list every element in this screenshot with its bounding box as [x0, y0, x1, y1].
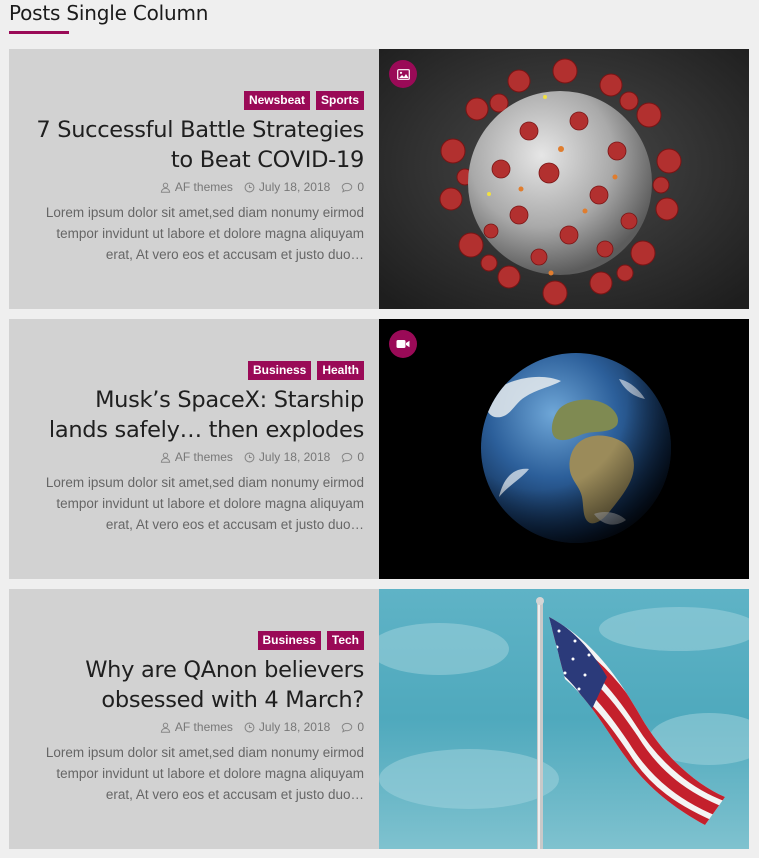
excerpt-line: erat, At vero eos et accusam et justo du… — [105, 787, 364, 802]
category-tag[interactable]: Business — [257, 631, 321, 650]
clock-icon — [244, 722, 255, 732]
post-date: July 18, 2018 — [244, 450, 330, 464]
post-meta: AF themes July 18, 2018 0 — [160, 450, 364, 464]
post-content: Newsbeat Sports 7 Successful Battle Stra… — [9, 49, 379, 309]
date-text: July 18, 2018 — [258, 450, 331, 464]
post-card: Business Tech Why are QAnon believers ob… — [9, 589, 749, 849]
excerpt-line: erat, At vero eos et accusam et justo du… — [105, 247, 364, 262]
category-tag[interactable]: Newsbeat — [243, 91, 310, 110]
post-meta: AF themes July 18, 2018 0 — [160, 180, 364, 194]
post-card: Newsbeat Sports 7 Successful Battle Stra… — [9, 49, 749, 309]
post-thumbnail[interactable] — [379, 49, 749, 309]
title-underline — [9, 31, 69, 34]
post-categories: Business Tech — [257, 631, 364, 650]
post-excerpt: Lorem ipsum dolor sit amet,sed diam nonu… — [14, 472, 364, 535]
post-date: July 18, 2018 — [244, 720, 330, 734]
post-title-line[interactable]: lands safely… then explodes — [49, 417, 364, 443]
excerpt-line: tempor invidunt ut labore et dolore magn… — [56, 496, 364, 511]
comment-icon — [342, 722, 353, 733]
comment-count[interactable]: 0 — [357, 180, 364, 194]
category-tag[interactable]: Health — [317, 361, 364, 380]
excerpt-line: tempor invidunt ut labore et dolore magn… — [56, 766, 364, 781]
category-tag[interactable]: Sports — [315, 91, 364, 110]
author-name[interactable]: AF themes — [175, 180, 233, 194]
excerpt-line: Lorem ipsum dolor sit amet,sed diam nonu… — [45, 205, 364, 220]
user-icon — [160, 452, 171, 463]
excerpt-line: erat, At vero eos et accusam et justo du… — [105, 517, 364, 532]
comment-icon — [342, 452, 353, 463]
post-title[interactable]: Why are QAnon believers obsessed with 4 … — [14, 655, 364, 715]
clock-icon — [244, 452, 255, 462]
date-text: July 18, 2018 — [258, 180, 331, 194]
excerpt-line: Lorem ipsum dolor sit amet,sed diam nonu… — [45, 475, 364, 490]
post-title-line[interactable]: to Beat COVID-19 — [171, 147, 364, 173]
author-name[interactable]: AF themes — [175, 720, 233, 734]
category-tag[interactable]: Tech — [326, 631, 364, 650]
post-card: Business Health Musk’s SpaceX: Starship … — [9, 319, 749, 579]
image-icon — [396, 68, 410, 80]
user-icon — [160, 182, 171, 193]
post-title[interactable]: 7 Successful Battle Strategies to Beat C… — [14, 115, 364, 175]
post-categories: Business Health — [247, 361, 364, 380]
post-excerpt: Lorem ipsum dolor sit amet,sed diam nonu… — [14, 742, 364, 805]
post-comments[interactable]: 0 — [341, 180, 364, 194]
date-text: July 18, 2018 — [258, 720, 331, 734]
post-excerpt: Lorem ipsum dolor sit amet,sed diam nonu… — [14, 202, 364, 265]
author-name[interactable]: AF themes — [175, 450, 233, 464]
post-comments[interactable]: 0 — [341, 720, 364, 734]
excerpt-line: Lorem ipsum dolor sit amet,sed diam nonu… — [45, 745, 364, 760]
earth-image — [379, 319, 749, 579]
excerpt-line: tempor invidunt ut labore et dolore magn… — [56, 226, 364, 241]
post-thumbnail[interactable] — [379, 319, 749, 579]
post-author[interactable]: AF themes — [160, 180, 233, 194]
coronavirus-image — [379, 49, 749, 309]
category-tag[interactable]: Business — [247, 361, 312, 380]
post-author[interactable]: AF themes — [160, 720, 233, 734]
post-content: Business Health Musk’s SpaceX: Starship … — [9, 319, 379, 579]
comment-count[interactable]: 0 — [357, 450, 364, 464]
comment-icon — [342, 182, 353, 193]
post-author[interactable]: AF themes — [160, 450, 233, 464]
post-categories: Newsbeat Sports — [243, 91, 364, 110]
widget-title: Posts Single Column — [9, 1, 209, 25]
post-comments[interactable]: 0 — [341, 450, 364, 464]
image-format-badge — [389, 60, 417, 88]
post-title[interactable]: Musk’s SpaceX: Starship lands safely… th… — [14, 385, 364, 445]
post-title-line[interactable]: 7 Successful Battle Strategies — [36, 117, 364, 143]
american-flag-image — [379, 589, 749, 849]
comment-count[interactable]: 0 — [357, 720, 364, 734]
user-icon — [160, 722, 171, 733]
clock-icon — [244, 182, 255, 192]
post-meta: AF themes July 18, 2018 0 — [160, 720, 364, 734]
post-date: July 18, 2018 — [244, 180, 330, 194]
widget-header: Posts Single Column — [9, 0, 749, 40]
video-format-badge — [389, 330, 417, 358]
post-title-line[interactable]: Why are QAnon believers — [85, 657, 364, 683]
post-thumbnail[interactable] — [379, 589, 749, 849]
post-title-line[interactable]: Musk’s SpaceX: Starship — [95, 387, 364, 413]
post-content: Business Tech Why are QAnon believers ob… — [9, 589, 379, 849]
video-camera-icon — [396, 340, 410, 348]
post-title-line[interactable]: obsessed with 4 March? — [101, 687, 364, 713]
